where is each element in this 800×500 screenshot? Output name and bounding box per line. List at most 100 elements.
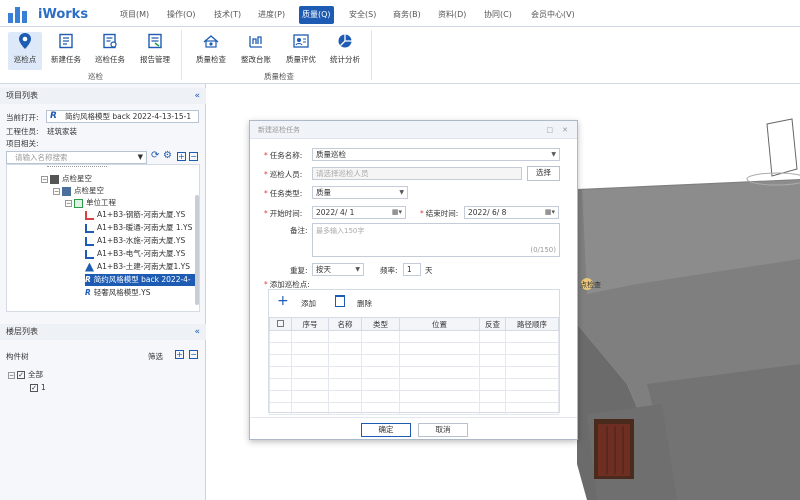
add-point-button[interactable]: 添加 <box>301 298 316 309</box>
start-date-picker[interactable]: 2022/ 4/ 1 ▦▾ <box>312 206 406 219</box>
checkbox-checked-icon[interactable]: ✓ <box>17 371 25 379</box>
expand-all-icon[interactable]: + <box>175 350 184 359</box>
statistics-icon <box>336 32 354 50</box>
ribbon-divider <box>181 30 182 80</box>
menu-collaboration[interactable]: 协同(C) <box>484 7 512 23</box>
new-task-button[interactable]: 新建任务 <box>48 32 84 70</box>
tree-leaf[interactable]: A1+B3-暖通-河南大厦 1.YS <box>85 222 192 234</box>
quality-check-button[interactable]: 质量检查 <box>193 32 229 70</box>
expand-all-icon[interactable]: + <box>177 152 186 161</box>
quality-check-icon <box>202 32 220 50</box>
cancel-button[interactable]: 取消 <box>418 423 468 437</box>
tree-node[interactable]: − 点检星空 <box>41 173 92 185</box>
delete-point-button[interactable]: 删除 <box>357 298 372 309</box>
repeat-select[interactable]: 按天 ▼ <box>312 263 364 276</box>
quality-check-label: 质量检查 <box>196 55 226 64</box>
trash-icon[interactable] <box>335 295 345 307</box>
civil-file-icon <box>85 262 94 272</box>
new-task-label: 新建任务 <box>51 55 81 64</box>
quality-award-button[interactable]: 质量评优 <box>283 32 319 70</box>
table-row <box>269 378 559 391</box>
tree-scrollbar[interactable] <box>195 195 199 305</box>
inspection-task-button[interactable]: 巡检任务 <box>92 32 128 70</box>
inspection-marker-label[interactable]: 点检查 <box>580 280 601 290</box>
menu-operation[interactable]: 操作(O) <box>167 7 196 23</box>
frequency-unit: 天 <box>425 266 433 275</box>
menu-documents[interactable]: 资料(D) <box>438 7 466 23</box>
menu-quality[interactable]: 质量(Q) <box>299 6 334 24</box>
menu-project[interactable]: 项目(M) <box>120 7 149 23</box>
tree-leaf[interactable]: A1+B3-土建-河南大厦1.YS <box>85 261 190 273</box>
inspection-task-label: 巡检任务 <box>95 55 125 64</box>
project-list-header: 项目列表 « <box>0 88 206 104</box>
end-date-picker[interactable]: 2022/ 6/ 8 ▦▾ <box>464 206 559 219</box>
calendar-icon[interactable]: ▦▾ <box>392 207 402 218</box>
hvac-file-icon <box>85 223 94 233</box>
task-name-label: * 任务名称: <box>264 151 303 160</box>
tree-leaf[interactable]: A1+B3-电气-河南大厦.YS <box>85 248 185 260</box>
report-management-button[interactable]: 报告管理 <box>137 32 173 70</box>
filter-button[interactable]: 筛选 <box>148 351 163 362</box>
menu-safety[interactable]: 安全(S) <box>349 7 376 23</box>
frequency-label: 频率: <box>380 266 398 275</box>
dialog-title: 新建巡检任务 <box>258 126 300 134</box>
calendar-icon[interactable]: ▦▾ <box>545 207 555 218</box>
left-panel: 项目列表 « 当前打开: 简约风格模型 back 2022-4-13-15-1 … <box>0 84 206 500</box>
tree-leaf[interactable]: A1+B3-钢筋-河南大厦.YS <box>85 209 185 221</box>
maximize-icon[interactable]: □ <box>546 121 553 139</box>
related-label: 项目相关: <box>6 139 39 148</box>
inspection-group-label: 巡检 <box>88 72 103 81</box>
tree-leaf[interactable]: R 轻奢风格模型.YS <box>85 287 151 299</box>
menu-business[interactable]: 商务(B) <box>393 7 421 23</box>
inspection-point-button[interactable]: 巡检点 <box>8 32 42 70</box>
close-icon[interactable]: ✕ <box>562 121 568 139</box>
inspector-placeholder: 请选择巡检人员 <box>316 169 369 178</box>
frequency-value: 1 <box>407 265 412 274</box>
project-search-input[interactable]: 请输入名称搜索 ▼ <box>6 151 147 164</box>
task-type-select[interactable]: 质量 ▼ <box>312 186 408 199</box>
tree-leaf[interactable]: A1+B3-水施-河南大厦.YS <box>85 235 185 247</box>
current-project-select[interactable]: 简约风格模型 back 2022-4-13-15-1 <box>46 110 199 123</box>
statistics-button[interactable]: 统计分析 <box>327 32 363 70</box>
ok-button[interactable]: 确定 <box>361 423 411 437</box>
dropdown-arrow-icon: ▼ <box>551 151 556 158</box>
menu-member-center[interactable]: 会员中心(V) <box>531 7 575 23</box>
tree-node[interactable]: − 单位工程 <box>65 197 116 209</box>
menu-technical[interactable]: 技术(T) <box>214 7 241 23</box>
tree-node[interactable]: − 点检星空 <box>53 185 104 197</box>
column-header: 序号 <box>291 317 329 331</box>
floor-tree-1[interactable]: ✓ 1 <box>22 382 46 394</box>
collapse-icon[interactable]: « <box>194 324 200 340</box>
project-tree: − 点检星空 − 点检星空 − 单位工程 A1+B3-钢筋-河南大厦.YS A1+B3… <box>6 164 200 312</box>
rectify-ledger-button[interactable]: 整改台账 <box>238 32 274 70</box>
rebar-file-icon <box>85 210 94 220</box>
current-open-label: 当前打开: <box>6 113 39 122</box>
settings-icon[interactable]: ⚙ <box>163 150 172 161</box>
menu-progress[interactable]: 进度(P) <box>258 7 285 23</box>
table-row <box>269 402 559 415</box>
model-file-icon: R <box>85 288 91 297</box>
start-date-value: 2022/ 4/ 1 <box>316 208 355 217</box>
remark-textarea[interactable]: 最多输入150字 (0/150) <box>312 223 560 257</box>
refresh-icon[interactable]: ⟳ <box>151 150 159 161</box>
collapse-all-icon[interactable]: − <box>189 152 198 161</box>
rectify-ledger-label: 整改台账 <box>241 55 271 64</box>
folder-icon <box>62 186 71 196</box>
frequency-input[interactable]: 1 <box>403 263 421 276</box>
start-time-label: * 开始时间: <box>264 209 303 218</box>
app-logo: iWorks <box>8 4 88 24</box>
electric-file-icon <box>85 249 94 259</box>
collapse-icon[interactable]: « <box>194 88 200 104</box>
tree-leaf-selected[interactable]: R 简约风格模型 back 2022-4- <box>85 274 199 286</box>
dialog-titlebar[interactable]: 新建巡检任务 □ ✕ <box>250 121 577 139</box>
add-icon[interactable]: + <box>277 294 289 308</box>
task-name-select[interactable]: 质量巡检 ▼ <box>312 148 560 161</box>
collapse-all-icon[interactable]: − <box>189 350 198 359</box>
table-row <box>269 342 559 355</box>
select-all-checkbox[interactable] <box>269 317 292 331</box>
inspector-field[interactable]: 请选择巡检人员 <box>312 167 522 180</box>
select-inspector-button[interactable]: 选择 <box>527 166 560 181</box>
checkbox-checked-icon[interactable]: ✓ <box>30 384 38 392</box>
floor-tree-all[interactable]: − ✓ 全部 <box>8 369 43 381</box>
table-header-row: 序号 名称 类型 位置 反查 路径顺序 <box>269 317 559 331</box>
